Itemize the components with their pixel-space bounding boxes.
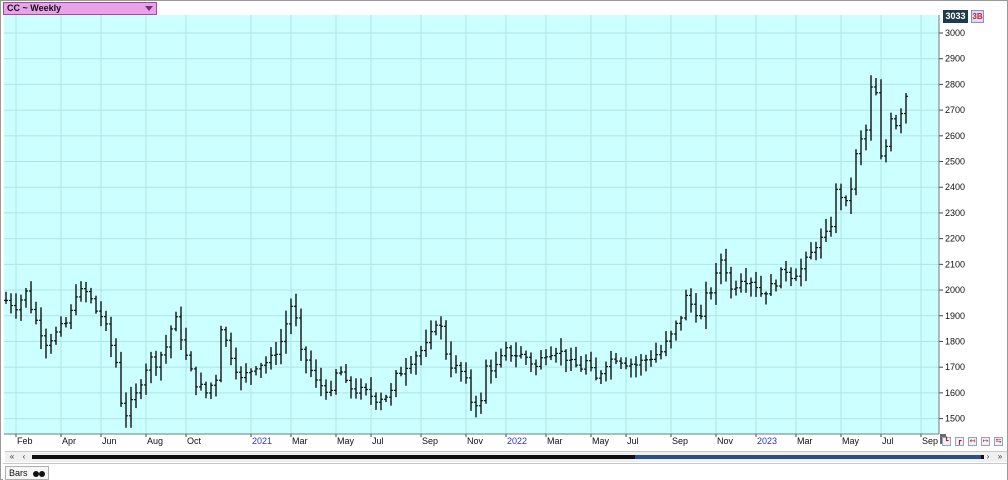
scroll-forward-button[interactable]: ›: [983, 453, 993, 461]
date-tick-label: May: [592, 436, 610, 446]
horizontal-scrollbar[interactable]: « ‹ › »: [5, 451, 1007, 462]
dropdown-arrow-icon[interactable]: [145, 6, 153, 11]
price-tick-label: 2200: [945, 234, 965, 244]
date-tick-label: Oct: [187, 436, 202, 446]
price-tick-label: 3000: [945, 28, 965, 38]
scroll-right-icon[interactable]: ↦: [981, 437, 990, 446]
date-tick-label: Nov: [717, 436, 734, 446]
date-tick-label: Nov: [467, 436, 484, 446]
price-tick-label: 2100: [945, 259, 965, 269]
bars-tab[interactable]: Bars: [5, 466, 50, 480]
date-tick-label: Mar: [292, 436, 308, 446]
date-axis: Feb Apr Jun Aug Oct 2021 Mar May Jul Sep Nov 2022 Ma…: [4, 433, 939, 446]
date-tick-label: Sep: [422, 436, 438, 446]
price-axis: 1500 1600 1700 1800 1900 2000 2100 2200 2300 2400…: [938, 15, 965, 434]
date-tick-label: Apr: [62, 436, 76, 446]
scroll-left-icon[interactable]: ↤: [968, 437, 977, 446]
date-tick-label: May: [337, 436, 355, 446]
price-tick-label: 2600: [945, 131, 965, 141]
date-tick-label: Sep: [922, 436, 938, 446]
price-tick-label: 2000: [945, 285, 965, 295]
chart-window: 1500 1600 1700 1800 1900 2000 2100 2200 2300 2400…: [0, 0, 1008, 480]
scroll-thumb[interactable]: [635, 455, 981, 459]
price-tick-label: 2700: [945, 105, 965, 115]
date-tick-label: Mar: [547, 436, 563, 446]
date-tick-label: Jul: [627, 436, 639, 446]
date-tick-label: 2023: [757, 436, 777, 446]
price-tick-label: 1500: [945, 414, 965, 424]
symbol-selector[interactable]: CC ~ Weekly: [3, 2, 157, 15]
price-tick-label: 2300: [945, 208, 965, 218]
date-tick-label: Sep: [672, 436, 688, 446]
scroll-end-button[interactable]: »: [995, 453, 1005, 461]
bars-style-icon: [33, 470, 46, 478]
zoom-in-icon[interactable]: ┗: [942, 437, 951, 446]
date-tick-label: Jun: [102, 436, 117, 446]
bars-tab-label: Bars: [9, 468, 28, 478]
price-tick-label: 1800: [945, 336, 965, 346]
scroll-start-button[interactable]: «: [7, 453, 17, 461]
date-tick-label: Mar: [797, 436, 813, 446]
last-price-badge: 3033: [943, 10, 968, 23]
price-tick-label: 1900: [945, 311, 965, 321]
reset-icon[interactable]: ⇆: [994, 437, 1003, 446]
status-bar: Bars: [3, 463, 1007, 480]
scroll-back-button[interactable]: ‹: [19, 453, 29, 461]
zoom-out-icon[interactable]: ┏: [955, 437, 964, 446]
date-tick-label: 2021: [252, 436, 272, 446]
date-tick-label: Feb: [17, 436, 33, 446]
date-tick-label: Jul: [372, 436, 384, 446]
price-tick-label: 2800: [945, 79, 965, 89]
price-tick-label: 2900: [945, 54, 965, 64]
price-tick-label: 2400: [945, 182, 965, 192]
price-tick-label: 1700: [945, 362, 965, 372]
price-tick-label: 1600: [945, 388, 965, 398]
date-tick-label: May: [842, 436, 860, 446]
price-tick-label: 2500: [945, 157, 965, 167]
date-tick-label: 2022: [507, 436, 527, 446]
chart-toolbar: ┗ ┏ ↤ ↦ ⇆: [941, 437, 1007, 447]
date-tick-label: Aug: [147, 436, 163, 446]
symbol-label: CC ~ Weekly: [7, 3, 62, 13]
scale-badge[interactable]: 3B: [971, 10, 984, 23]
price-chart[interactable]: 1500 1600 1700 1800 1900 2000 2100 2200 2300 2400…: [1, 1, 1007, 479]
date-tick-label: Jul: [882, 436, 894, 446]
